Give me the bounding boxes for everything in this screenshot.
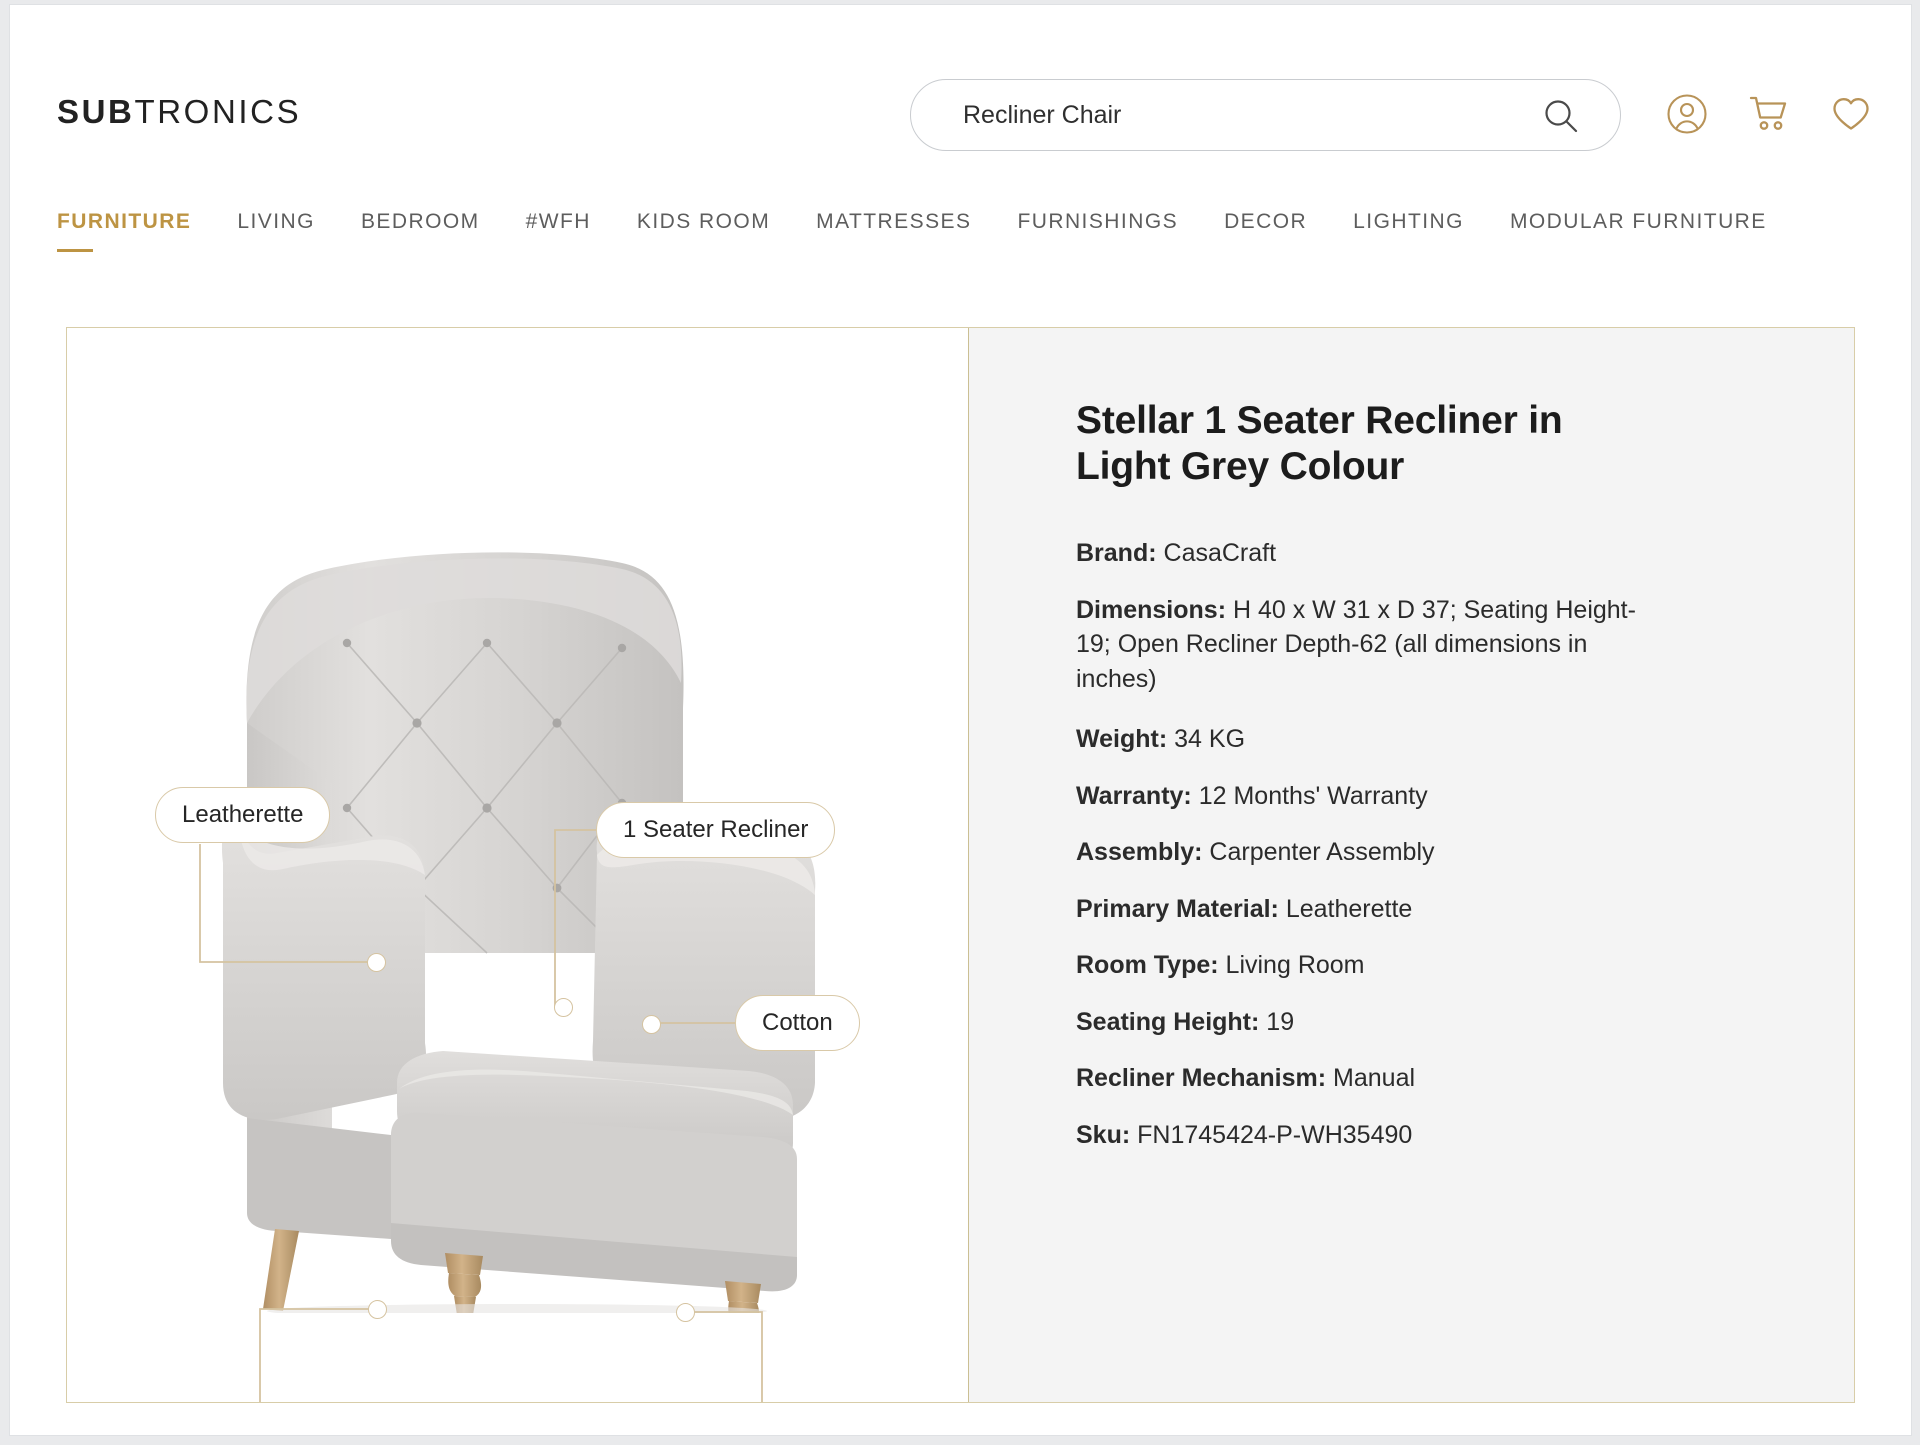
spec-seating-height: Seating Height: 19 bbox=[1076, 1005, 1654, 1040]
spec-room-type-label: Room Type: bbox=[1076, 951, 1219, 980]
nav-item-mattresses[interactable]: MATTRESSES bbox=[816, 210, 971, 244]
spec-primary-material: Primary Material: Leatherette bbox=[1076, 892, 1654, 927]
spec-primary-material-label: Primary Material: bbox=[1076, 894, 1279, 923]
spec-recliner-mechanism-label: Recliner Mechanism: bbox=[1076, 1064, 1327, 1093]
account-icon[interactable] bbox=[1666, 93, 1708, 135]
spec-dimensions: Dimensions: H 40 x W 31 x D 37; Seating … bbox=[1076, 593, 1654, 697]
spec-room-type: Room Type: Living Room bbox=[1076, 948, 1654, 983]
site-header: SUBTRONICS bbox=[10, 5, 1911, 180]
spec-brand: Brand: CasaCraft bbox=[1076, 536, 1654, 571]
spec-brand-value: CasaCraft bbox=[1163, 539, 1277, 568]
spec-sku-label: Sku: bbox=[1076, 1120, 1131, 1149]
spec-warranty-label: Warranty: bbox=[1076, 781, 1192, 810]
spec-seating-height-label: Seating Height: bbox=[1076, 1007, 1260, 1036]
main-navigation: FURNITURE LIVING BEDROOM #WFH KIDS ROOM … bbox=[10, 210, 1911, 284]
search-bar[interactable] bbox=[910, 79, 1621, 151]
brand-logo-strong: SUB bbox=[57, 93, 135, 130]
product-info-pane: Stellar 1 Seater Recliner in Light Grey … bbox=[969, 328, 1854, 1402]
page-root: SUBTRONICS Recliner Chair FURNITURE LIVI… bbox=[9, 4, 1912, 1436]
callout-dot-seater bbox=[554, 998, 573, 1017]
spec-weight: Weight: 34 KG bbox=[1076, 722, 1654, 757]
spec-weight-value: 34 KG bbox=[1174, 725, 1246, 754]
header-actions bbox=[1666, 93, 1872, 135]
nav-item-bedroom[interactable]: BEDROOM bbox=[361, 210, 480, 244]
spec-weight-label: Weight: bbox=[1076, 725, 1168, 754]
annotated-product-image: Leatherette 1 Seater Recliner Cotton Liv… bbox=[67, 328, 968, 1402]
callout-1-seater-recliner[interactable]: 1 Seater Recliner bbox=[596, 802, 836, 858]
nav-item-kids-room[interactable]: KIDS ROOM bbox=[637, 210, 770, 244]
spec-sku: Sku: FN1745424-P-WH35490 bbox=[1076, 1118, 1654, 1153]
callout-dot-cotton bbox=[642, 1015, 661, 1034]
spec-assembly-label: Assembly: bbox=[1076, 838, 1203, 867]
brand-logo[interactable]: SUBTRONICS bbox=[57, 93, 301, 131]
nav-item-decor[interactable]: DECOR bbox=[1224, 210, 1307, 244]
nav-item-living[interactable]: LIVING bbox=[237, 210, 315, 244]
product-title: Stellar 1 Seater Recliner in Light Grey … bbox=[1076, 399, 1563, 489]
product-image-pane: Leatherette 1 Seater Recliner Cotton Liv… bbox=[67, 328, 969, 1402]
spec-warranty-value: 12 Months' Warranty bbox=[1198, 781, 1428, 810]
brand-logo-light: TRONICS bbox=[134, 93, 302, 130]
callout-dot-timber-wood bbox=[368, 1300, 387, 1319]
product-spec-list: Brand: CasaCraft Dimensions: H 40 x W 31… bbox=[1076, 536, 1794, 1152]
spec-dimensions-label: Dimensions: bbox=[1076, 595, 1227, 624]
nav-list: FURNITURE LIVING BEDROOM #WFH KIDS ROOM … bbox=[57, 210, 1767, 252]
spec-warranty: Warranty: 12 Months' Warranty bbox=[1076, 779, 1654, 814]
spec-sku-value: FN1745424-P-WH35490 bbox=[1137, 1120, 1413, 1149]
spec-recliner-mechanism-value: Manual bbox=[1333, 1064, 1416, 1093]
callout-leader-lines bbox=[199, 829, 763, 1402]
spec-assembly-value: Carpenter Assembly bbox=[1209, 838, 1435, 867]
spec-seating-height-value: 19 bbox=[1266, 1007, 1295, 1036]
spec-recliner-mechanism: Recliner Mechanism: Manual bbox=[1076, 1061, 1654, 1096]
nav-item-lighting[interactable]: LIGHTING bbox=[1353, 210, 1464, 244]
nav-item-modular-furniture[interactable]: MODULAR FURNITURE bbox=[1510, 210, 1767, 244]
callout-leatherette[interactable]: Leatherette bbox=[155, 787, 331, 843]
spec-brand-label: Brand: bbox=[1076, 539, 1157, 568]
nav-item-wfh[interactable]: #WFH bbox=[526, 210, 591, 244]
wishlist-heart-icon[interactable] bbox=[1830, 93, 1872, 135]
nav-item-furnishings[interactable]: FURNISHINGS bbox=[1017, 210, 1178, 244]
callout-cotton[interactable]: Cotton bbox=[735, 995, 860, 1051]
nav-item-furniture[interactable]: FURNITURE bbox=[57, 210, 191, 252]
callout-dot-leatherette bbox=[367, 953, 386, 972]
spec-assembly: Assembly: Carpenter Assembly bbox=[1076, 835, 1654, 870]
callout-dot-living-room bbox=[676, 1303, 695, 1322]
spec-primary-material-value: Leatherette bbox=[1285, 894, 1413, 923]
search-button[interactable] bbox=[1542, 97, 1580, 135]
search-input[interactable] bbox=[963, 80, 1523, 150]
search-icon bbox=[1545, 100, 1578, 133]
cart-icon[interactable] bbox=[1748, 93, 1790, 135]
spec-room-type-value: Living Room bbox=[1225, 951, 1365, 980]
product-detail-panel: Leatherette 1 Seater Recliner Cotton Liv… bbox=[66, 327, 1855, 1403]
